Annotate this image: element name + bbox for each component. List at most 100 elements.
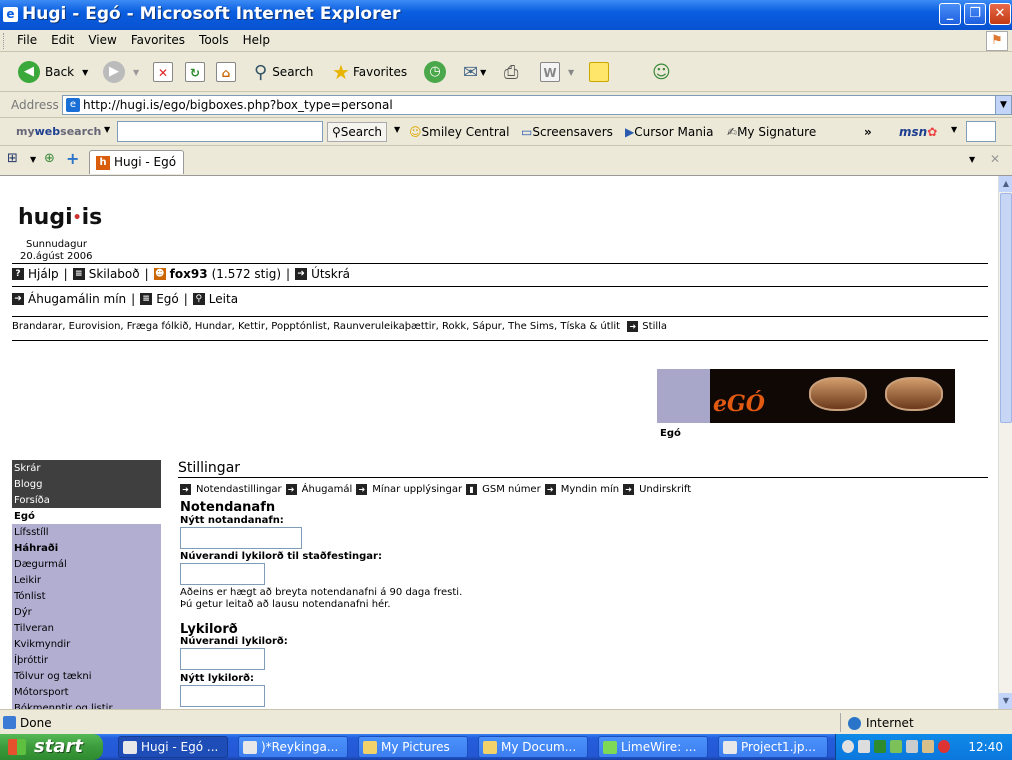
scroll-down-icon[interactable]: ▼ xyxy=(999,693,1012,709)
add-favorite-icon[interactable]: ⊕ xyxy=(44,151,55,166)
print-icon[interactable]: ⎙ xyxy=(504,62,518,83)
cursor-mania-button[interactable]: ▶Cursor Mania xyxy=(625,125,714,139)
tray-volume-icon[interactable] xyxy=(906,740,918,753)
start-button[interactable]: start xyxy=(0,734,103,760)
task-my-pictures[interactable]: My Pictures xyxy=(358,736,468,758)
tray-search-icon[interactable] xyxy=(858,740,870,753)
back-dropdown-icon[interactable]: ▼ xyxy=(82,68,88,77)
sidebar-item[interactable]: Bókmenntir og listir xyxy=(12,700,161,709)
sidebar-item[interactable]: Blogg xyxy=(12,476,161,492)
tab-list-dropdown-icon[interactable]: ▼ xyxy=(30,155,36,164)
mail-icon[interactable]: ✉ xyxy=(463,62,478,83)
scroll-thumb[interactable] xyxy=(1000,193,1012,423)
new-password-input[interactable] xyxy=(180,685,265,707)
my-signature-button[interactable]: ✍My Signature xyxy=(727,125,816,139)
msn-button[interactable]: msn✿ xyxy=(899,125,937,139)
sidebar-item[interactable]: Leikir xyxy=(12,572,161,588)
subnav-gsm[interactable]: GSM númer xyxy=(482,484,541,495)
sidebar-item[interactable]: Háhraði xyxy=(12,540,161,556)
address-input[interactable]: e http://hugi.is/ego/bigboxes.php?box_ty… xyxy=(62,95,997,115)
msn-dropdown-icon[interactable]: ▼ xyxy=(951,125,957,134)
more-chevron-icon[interactable]: » xyxy=(864,125,872,139)
favorites-button[interactable]: ★ Favorites xyxy=(332,58,407,86)
task-limewire[interactable]: LimeWire: ... xyxy=(598,736,708,758)
address-dropdown-icon[interactable]: ▼ xyxy=(995,95,1012,115)
my-interests-link[interactable]: Áhugamálin mín xyxy=(28,292,126,306)
subnav-notendastillingar[interactable]: Notendastillingar xyxy=(196,484,282,495)
edit-dropdown-icon[interactable]: ▼ xyxy=(568,68,574,77)
sidebar-item[interactable]: Íþróttir xyxy=(12,652,161,668)
messages-link[interactable]: Skilaboð xyxy=(89,267,140,281)
sidebar-item[interactable]: Tilveran xyxy=(12,620,161,636)
sidebar-item[interactable]: Forsíða xyxy=(12,492,161,508)
help-link[interactable]: Hjálp xyxy=(28,267,59,281)
msn-search-input[interactable] xyxy=(966,121,996,142)
sidebar-item[interactable]: Egó xyxy=(12,508,161,524)
sidebar-item[interactable]: Tónlist xyxy=(12,588,161,604)
menu-edit[interactable]: Edit xyxy=(44,30,81,47)
task-hugi-ego[interactable]: Hugi - Egó ... xyxy=(118,736,228,758)
sidebar-item[interactable]: Tölvur og tækni xyxy=(12,668,161,684)
current-password-confirm-input[interactable] xyxy=(180,563,265,585)
sidebar-item[interactable]: Dægurmál xyxy=(12,556,161,572)
tray-security-icon[interactable] xyxy=(938,740,950,753)
refresh-icon[interactable]: ↻ xyxy=(185,62,205,82)
mywebsearch-input[interactable] xyxy=(117,121,323,142)
tab-menu-dropdown-icon[interactable]: ▼ xyxy=(969,155,975,164)
new-tab-icon[interactable]: + xyxy=(66,149,79,168)
mywebsearch-search-button[interactable]: ⚲Search xyxy=(327,122,388,142)
forward-dropdown-icon[interactable]: ▼ xyxy=(133,68,139,77)
new-username-input[interactable] xyxy=(180,527,302,549)
sidebar-item[interactable]: Lífsstíll xyxy=(12,524,161,540)
hugi-logo[interactable]: hugi•is xyxy=(18,205,102,230)
close-tab-icon[interactable]: ✕ xyxy=(990,152,1000,166)
menu-file[interactable]: File xyxy=(10,30,44,47)
sidebar-item[interactable]: Kvikmyndir xyxy=(12,636,161,652)
sidebar-item[interactable]: Mótorsport xyxy=(12,684,161,700)
tray-back-icon[interactable] xyxy=(842,740,854,753)
tray-network-icon[interactable] xyxy=(890,740,902,753)
screensavers-button[interactable]: ▭Screensavers xyxy=(521,125,613,139)
search-button[interactable]: ⚲ Search xyxy=(254,58,313,86)
tray-messenger-icon[interactable] xyxy=(922,740,934,753)
subnav-minar-upplysingar[interactable]: Mínar upplýsingar xyxy=(372,484,462,495)
subnav-undirskrift[interactable]: Undirskrift xyxy=(639,484,691,495)
stop-icon[interactable]: ✕ xyxy=(153,62,173,82)
interests-text[interactable]: Brandarar, Eurovision, Fræga fólkið, Hun… xyxy=(12,321,620,332)
mywebsearch-dropdown-icon[interactable]: ▼ xyxy=(104,125,110,134)
task-project1[interactable]: Project1.jp... xyxy=(718,736,828,758)
subnav-ahugamal[interactable]: Áhugamál xyxy=(302,484,353,495)
forward-button[interactable]: ▶ ▼ xyxy=(103,58,139,86)
task-reykinga[interactable]: )*Reykinga... xyxy=(238,736,348,758)
tab-hugi-ego[interactable]: h Hugi - Egó xyxy=(89,150,184,174)
menu-tools[interactable]: Tools xyxy=(192,30,236,47)
ego-link[interactable]: Egó xyxy=(156,292,179,306)
close-button[interactable]: ✕ xyxy=(989,3,1011,25)
vertical-scrollbar[interactable]: ▲ ▼ xyxy=(998,176,1012,709)
edit-icon[interactable]: W xyxy=(540,62,560,82)
home-icon[interactable]: ⌂ xyxy=(216,62,236,82)
search-dropdown-icon[interactable]: ▼ xyxy=(394,125,400,134)
tray-app-icon[interactable] xyxy=(874,740,886,753)
quick-tabs-icon[interactable]: ⊞ xyxy=(7,151,18,166)
back-button[interactable]: ◀ Back ▼ xyxy=(18,58,88,86)
menu-view[interactable]: View xyxy=(81,30,123,47)
search-link[interactable]: Leita xyxy=(209,292,238,306)
username-link[interactable]: fox93 xyxy=(170,267,208,281)
discuss-icon[interactable] xyxy=(589,62,609,82)
minimize-button[interactable]: _ xyxy=(939,3,961,25)
settings-link[interactable]: Stilla xyxy=(642,321,667,332)
current-password-input[interactable] xyxy=(180,648,265,670)
menu-help[interactable]: Help xyxy=(236,30,277,47)
logout-link[interactable]: Útskrá xyxy=(311,267,350,281)
history-icon[interactable]: ◷ xyxy=(424,61,446,83)
messenger-icon[interactable]: ☺ xyxy=(652,62,671,83)
subnav-myndin-min[interactable]: Myndin mín xyxy=(561,484,619,495)
smiley-central-button[interactable]: ☺Smiley Central xyxy=(409,125,509,139)
menu-favorites[interactable]: Favorites xyxy=(124,30,192,47)
sidebar-item[interactable]: Dýr xyxy=(12,604,161,620)
task-my-documents[interactable]: My Docum... xyxy=(478,736,588,758)
sidebar-item[interactable]: Skrár xyxy=(12,460,161,476)
mail-dropdown-icon[interactable]: ▼ xyxy=(480,68,486,77)
maximize-button[interactable]: ❐ xyxy=(964,3,986,25)
